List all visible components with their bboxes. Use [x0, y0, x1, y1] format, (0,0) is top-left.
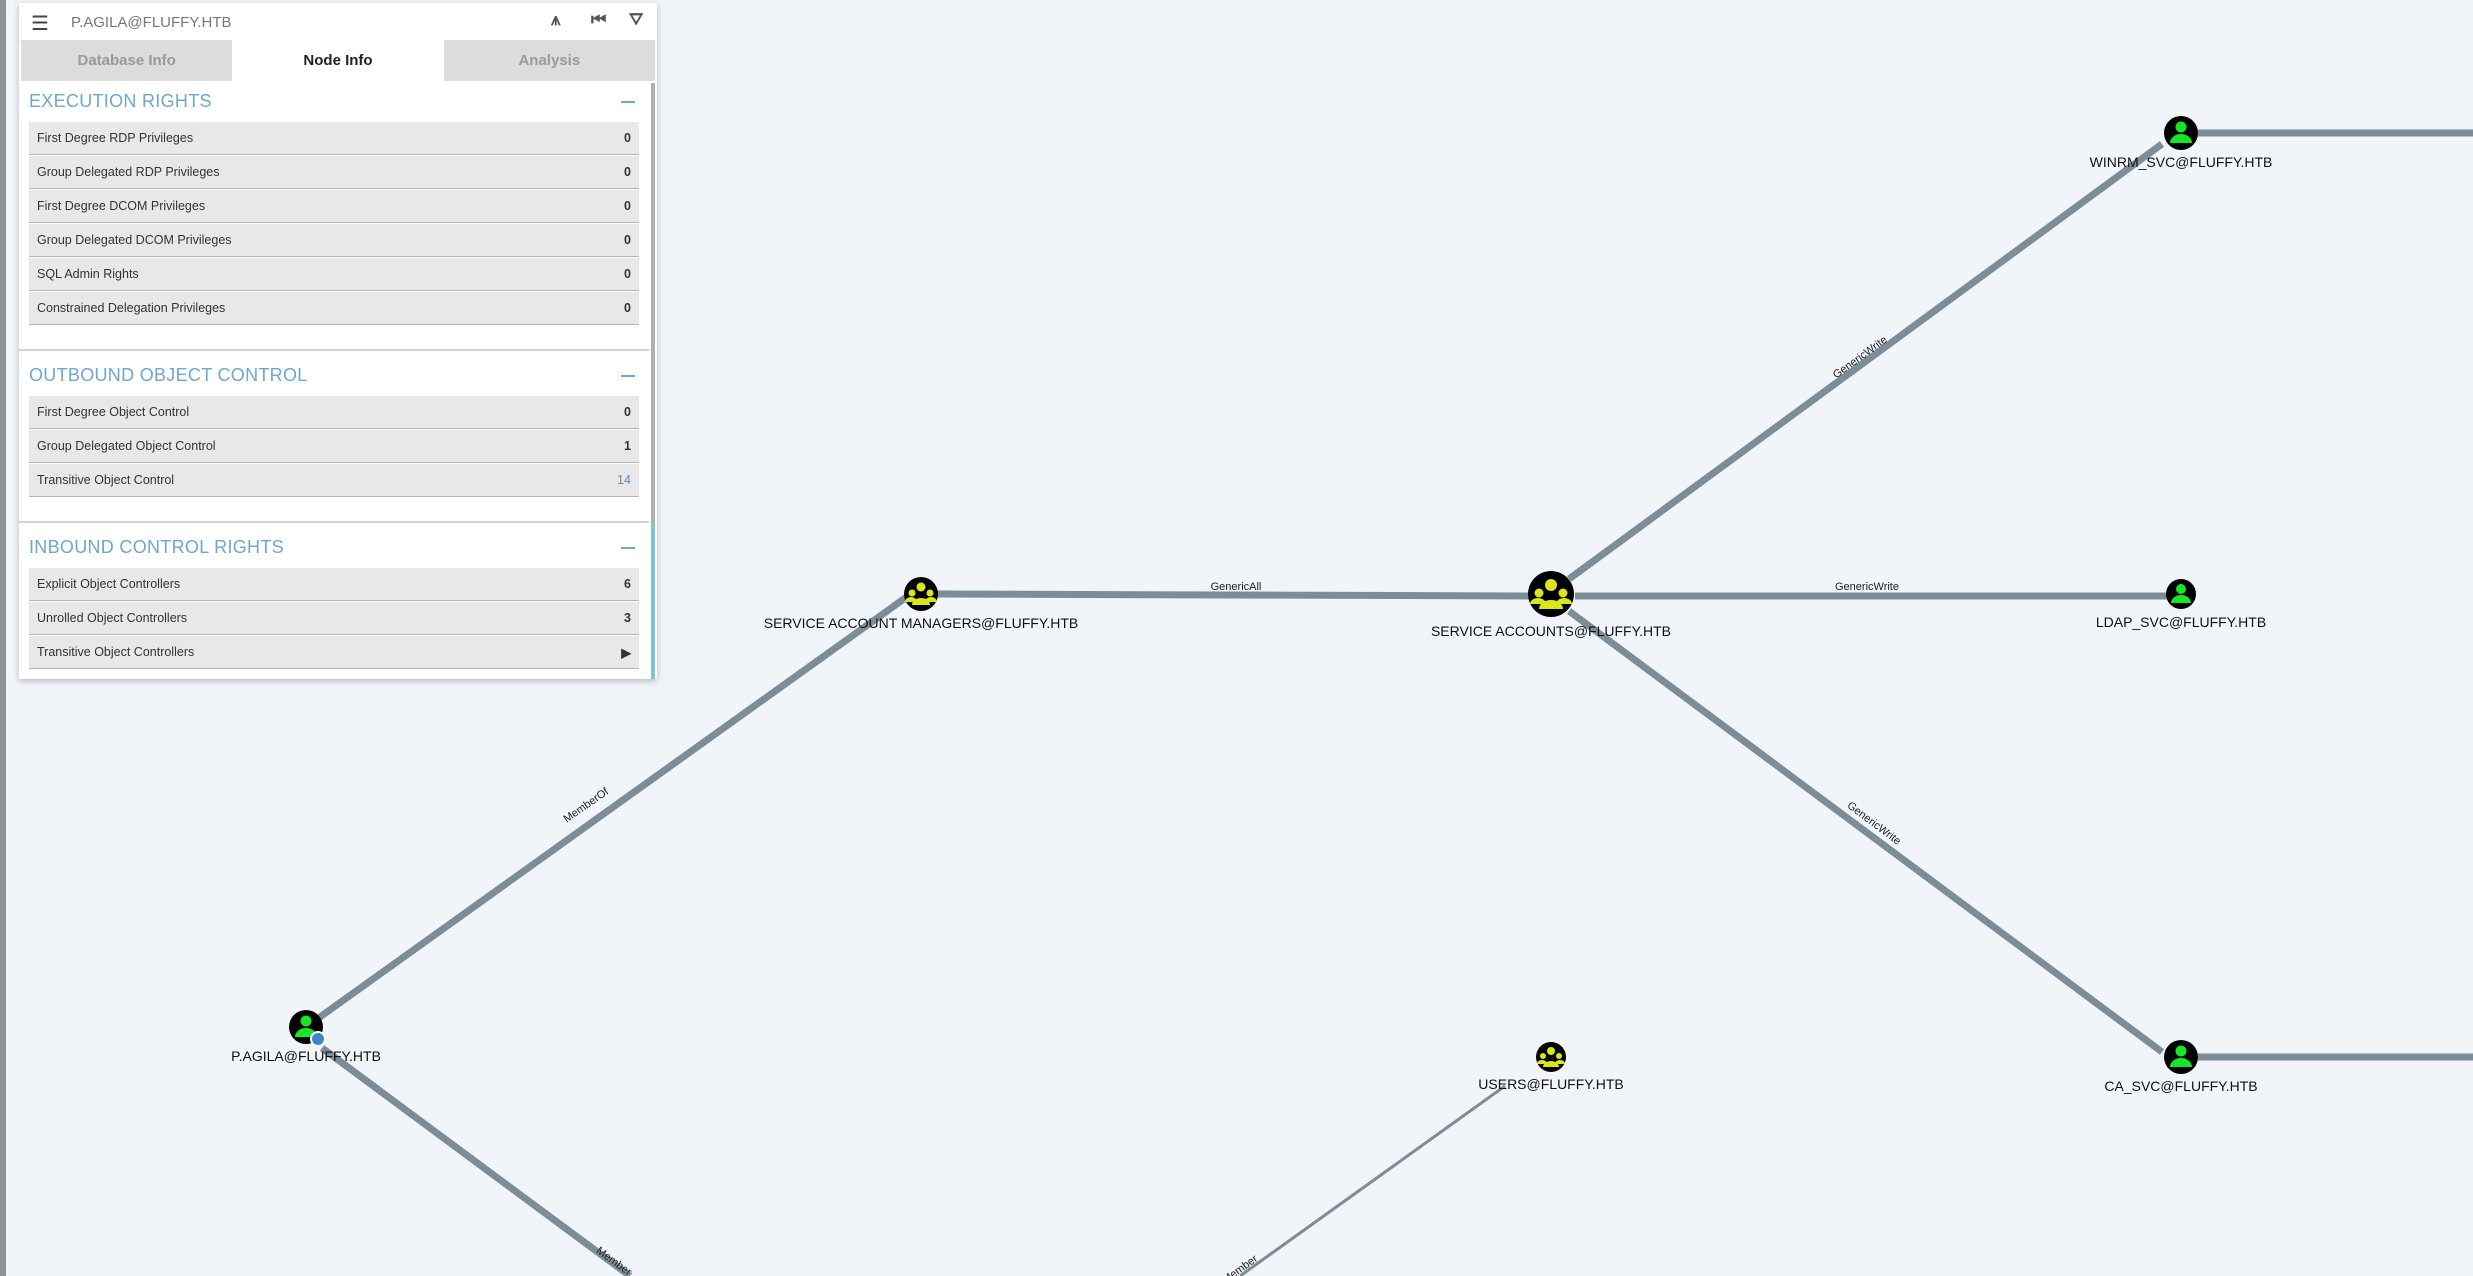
row-label: Transitive Object Control	[37, 473, 175, 487]
tab-node-info[interactable]: Node Info	[232, 40, 444, 81]
row-value[interactable]: 14	[617, 473, 631, 487]
scrollbar-accent	[651, 523, 655, 679]
row-value: 0	[624, 233, 631, 247]
edge-users[interactable]	[1239, 1084, 1506, 1276]
row-label: Transitive Object Controllers	[37, 645, 195, 659]
node-users[interactable]: USERS@FLUFFY.HTB	[1478, 1042, 1624, 1092]
tab-database-info[interactable]: Database Info	[21, 40, 233, 81]
panel-tabs: Database Info Node Info Analysis	[21, 40, 655, 81]
node-label-winrm-svc: WINRM_SVC@FLUFFY.HTB	[2090, 154, 2273, 170]
list-item[interactable]: Group Delegated Object Control 1	[29, 430, 639, 463]
row-value: 1	[624, 439, 631, 453]
row-label: Group Delegated RDP Privileges	[37, 165, 220, 179]
section-outbound-object-control: OUTBOUND OBJECT CONTROL First Degree Obj…	[19, 355, 649, 525]
row-value: 0	[624, 165, 631, 179]
row-label: Constrained Delegation Privileges	[37, 301, 226, 315]
row-label: First Degree DCOM Privileges	[37, 199, 206, 213]
panel-content[interactable]: EXECUTION RIGHTS First Degree RDP Privil…	[19, 81, 649, 679]
node-ca-svc[interactable]: CA_SVC@FLUFFY.HTB	[2104, 1040, 2258, 1094]
list-item[interactable]: Constrained Delegation Privileges 0	[29, 292, 639, 325]
section-rows: Explicit Object Controllers 6 Unrolled Ob…	[29, 568, 639, 670]
node-label-ca-svc: CA_SVC@FLUFFY.HTB	[2104, 1078, 2257, 1094]
section-title: OUTBOUND OBJECT CONTROL	[29, 365, 308, 385]
edge-member-down[interactable]	[319, 1045, 633, 1276]
row-value: 0	[624, 199, 631, 213]
node-p-agila[interactable]: P.AGILA@FLUFFY.HTB	[231, 1010, 381, 1064]
node-info-panel: ☰ P.AGILA@FLUFFY.HTB ⩚ ⏮ ⛛ Database Info…	[19, 3, 657, 679]
section-title: INBOUND CONTROL RIGHTS	[29, 537, 284, 557]
window-edge	[0, 0, 6, 1276]
edge-label-genericwrite-ldap: GenericWrite	[1835, 581, 1899, 593]
node-ldap-svc[interactable]: LDAP_SVC@FLUFFY.HTB	[2096, 579, 2266, 630]
section-title: EXECUTION RIGHTS	[29, 91, 212, 111]
scrollbar-thumb[interactable]	[651, 83, 655, 523]
node-label-users: USERS@FLUFFY.HTB	[1478, 1076, 1623, 1092]
row-label: SQL Admin Rights	[37, 267, 139, 281]
menu-icon[interactable]: ☰	[31, 11, 49, 36]
list-item[interactable]: SQL Admin Rights 0	[29, 258, 639, 291]
row-label: Unrolled Object Controllers	[37, 611, 188, 625]
section-inbound-control-rights: INBOUND CONTROL RIGHTS Explicit Object C…	[19, 527, 649, 679]
section-rows: First Degree Object Control 0 Group Deleg…	[29, 396, 639, 498]
edge-label-member-down: Member	[594, 1245, 634, 1276]
node-label-service-accounts: SERVICE ACCOUNTS@FLUFFY.HTB	[1431, 623, 1671, 639]
list-item[interactable]: Group Delegated DCOM Privileges 0	[29, 224, 639, 257]
search-input[interactable]: P.AGILA@FLUFFY.HTB	[71, 14, 232, 31]
row-label: First Degree Object Control	[37, 405, 190, 419]
row-value: 0	[624, 301, 631, 315]
back-icon[interactable]: ⏮	[591, 10, 606, 30]
row-label: Group Delegated Object Control	[37, 439, 216, 453]
search-bar: ☰ P.AGILA@FLUFFY.HTB ⩚ ⏮ ⛛	[19, 3, 657, 41]
row-value: 0	[624, 405, 631, 419]
expand-arrow-icon[interactable]: ▶	[621, 645, 631, 660]
row-label: Explicit Object Controllers	[37, 577, 181, 591]
user-icon	[2175, 121, 2187, 133]
group-icon	[1547, 1047, 1555, 1055]
edge-label-genericall: GenericAll	[1211, 581, 1262, 593]
list-item[interactable]: Explicit Object Controllers 6	[29, 568, 639, 601]
list-item[interactable]: Unrolled Object Controllers 3	[29, 602, 639, 635]
edge-label-memberof: MemberOf	[562, 785, 612, 825]
row-label: Group Delegated DCOM Privileges	[37, 233, 232, 247]
row-value: 6	[624, 577, 631, 591]
list-item[interactable]: Group Delegated RDP Privileges 0	[29, 156, 639, 189]
edge-label-users: Member	[1220, 1253, 1260, 1276]
collapse-icon[interactable]	[621, 547, 635, 549]
node-service-accounts[interactable]: SERVICE ACCOUNTS@FLUFFY.HTB	[1431, 571, 1671, 639]
section-rows: First Degree RDP Privileges 0 Group Deleg…	[29, 122, 639, 326]
user-icon	[300, 1015, 312, 1027]
group-icon	[916, 582, 926, 592]
list-item[interactable]: First Degree Object Control 0	[29, 396, 639, 429]
row-value: 0	[624, 131, 631, 145]
tab-analysis[interactable]: Analysis	[443, 40, 655, 81]
row-value: 3	[624, 611, 631, 625]
section-divider	[19, 349, 649, 351]
edge-genericall[interactable]	[934, 590, 1531, 600]
list-item[interactable]: First Degree RDP Privileges 0	[29, 122, 639, 155]
user-icon	[2176, 584, 2186, 594]
edge-labels: MemberOf GenericAll GenericWrite Generic…	[562, 334, 1903, 1276]
node-winrm-svc[interactable]: WINRM_SVC@FLUFFY.HTB	[2090, 116, 2273, 170]
node-label-p-agila: P.AGILA@FLUFFY.HTB	[231, 1048, 381, 1064]
row-label: First Degree RDP Privileges	[37, 131, 194, 145]
list-item[interactable]: First Degree DCOM Privileges 0	[29, 190, 639, 223]
section-divider	[19, 521, 649, 523]
edge-genericwrite-ca[interactable]	[1566, 608, 2165, 1055]
collapse-icon[interactable]	[621, 375, 635, 377]
user-icon	[2175, 1045, 2187, 1057]
edge-label-genericwrite-winrm: GenericWrite	[1831, 334, 1890, 381]
group-icon	[1545, 579, 1557, 591]
pathfinding-icon[interactable]: ⩚	[551, 10, 561, 30]
row-value: 0	[624, 267, 631, 281]
collapse-icon[interactable]	[621, 101, 635, 103]
filter-icon[interactable]: ⛛	[629, 10, 643, 30]
edge-genericwrite-winrm[interactable]	[1566, 141, 2165, 582]
node-label-service-account-managers: SERVICE ACCOUNT MANAGERS@FLUFFY.HTB	[764, 615, 1079, 631]
list-item[interactable]: Transitive Object Control 14	[29, 464, 639, 497]
list-item[interactable]: Transitive Object Controllers ▶	[29, 636, 639, 669]
section-execution-rights: EXECUTION RIGHTS First Degree RDP Privil…	[19, 81, 649, 351]
node-service-account-managers[interactable]: SERVICE ACCOUNT MANAGERS@FLUFFY.HTB	[764, 577, 1079, 631]
node-label-ldap-svc: LDAP_SVC@FLUFFY.HTB	[2096, 614, 2266, 630]
